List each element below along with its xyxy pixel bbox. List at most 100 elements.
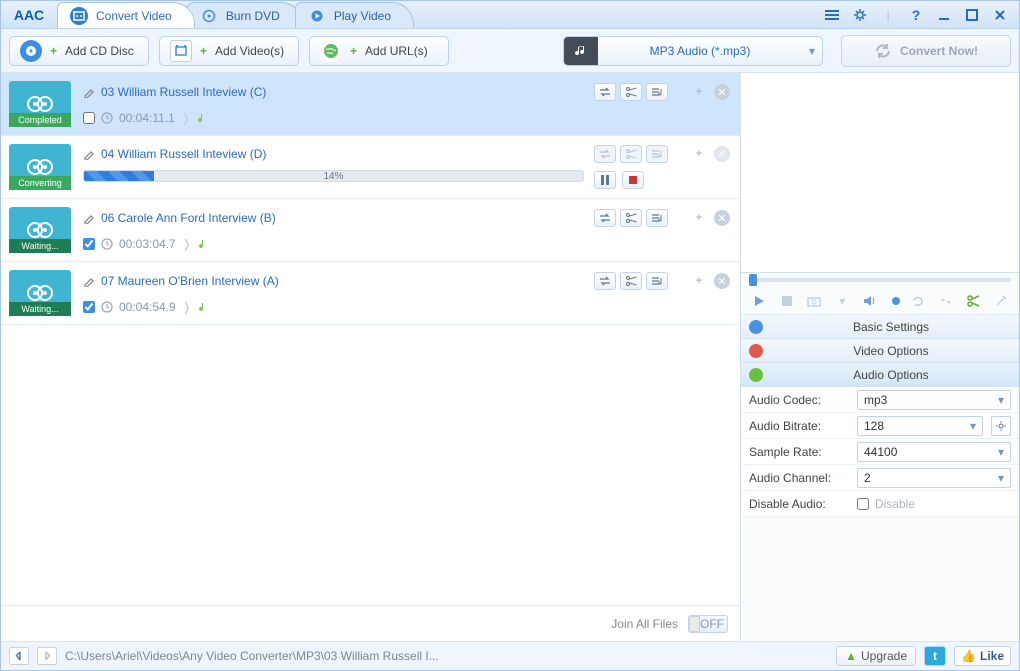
audio-bitrate-select[interactable]: 128▾ xyxy=(857,416,983,436)
item-checkbox[interactable] xyxy=(83,301,95,313)
add-icon[interactable]: + xyxy=(688,209,710,227)
audio-codec-select[interactable]: mp3▾ xyxy=(857,390,1011,410)
nav-next-button[interactable] xyxy=(37,647,57,665)
remove-icon[interactable]: ✕ xyxy=(714,273,730,289)
disable-audio-text: Disable xyxy=(875,497,915,511)
add-url-button[interactable]: + Add URL(s) xyxy=(309,36,449,66)
facebook-like-button[interactable]: 👍Like xyxy=(954,646,1011,666)
preview-play-icon[interactable] xyxy=(749,291,769,311)
volume-icon[interactable] xyxy=(860,291,880,311)
chevron-right-icon: ❭ xyxy=(182,237,192,251)
tab-label: Burn DVD xyxy=(226,9,280,23)
audio-bitrate-label: Audio Bitrate: xyxy=(749,419,849,433)
tab-label: Convert Video xyxy=(96,9,172,23)
preview-seek-slider[interactable] xyxy=(741,273,1019,287)
tab-burn-dvd[interactable]: Burn DVD xyxy=(187,2,303,28)
tab-play-video[interactable]: Play Video xyxy=(295,2,414,28)
status-badge: Completed xyxy=(9,113,71,127)
scissors-icon[interactable] xyxy=(620,272,642,290)
disc-icon xyxy=(20,40,42,62)
plus-icon: + xyxy=(50,44,57,58)
remove-icon[interactable]: ✕ xyxy=(714,84,730,100)
menu-small-icon[interactable] xyxy=(821,5,843,25)
audio-options-header[interactable]: Audio Options xyxy=(741,363,1019,387)
item-title[interactable]: 04 William Russell Inteview (D) xyxy=(101,147,266,161)
swap-icon[interactable] xyxy=(594,83,616,101)
close-icon[interactable] xyxy=(989,5,1011,25)
button-label: Convert Now! xyxy=(900,44,978,58)
swap-icon[interactable] xyxy=(594,209,616,227)
twitter-button[interactable]: t xyxy=(924,646,946,666)
convert-now-button[interactable]: Convert Now! xyxy=(841,35,1011,67)
basic-settings-header[interactable]: Basic Settings xyxy=(741,315,1019,339)
toggle-knob xyxy=(689,616,700,632)
music-note-icon xyxy=(198,238,210,250)
volume-slider[interactable] xyxy=(888,297,900,305)
toggle-off-label: OFF xyxy=(700,617,724,631)
item-thumbnail: Waiting... xyxy=(9,270,71,316)
button-label: Add URL(s) xyxy=(365,44,428,58)
tab-convert-video[interactable]: Convert Video xyxy=(57,2,195,28)
list-item[interactable]: Waiting... 07 Maureen O'Brien Interview (… xyxy=(1,262,740,325)
upgrade-button[interactable]: ▲Upgrade xyxy=(836,646,916,666)
item-title[interactable]: 07 Maureen O'Brien Interview (A) xyxy=(101,274,279,288)
music-note-icon xyxy=(564,37,598,65)
refresh-icon xyxy=(874,42,892,60)
list-item[interactable]: Completed 03 William Russell Inteview (C)… xyxy=(1,73,740,136)
plus-icon: + xyxy=(350,44,357,58)
add-video-button[interactable]: + Add Video(s) xyxy=(159,36,299,66)
remove-icon: ✕ xyxy=(714,146,730,162)
edit-icon[interactable] xyxy=(83,148,95,160)
add-icon[interactable]: + xyxy=(688,272,710,290)
section-label: Basic Settings xyxy=(771,320,1011,334)
disc-icon xyxy=(200,7,218,25)
status-badge: Waiting... xyxy=(9,302,71,316)
gear-icon[interactable] xyxy=(849,5,871,25)
pause-button[interactable] xyxy=(594,171,616,189)
film-icon xyxy=(170,40,192,62)
maximize-icon[interactable] xyxy=(961,5,983,25)
nav-prev-button[interactable] xyxy=(9,647,29,665)
item-checkbox[interactable] xyxy=(83,238,95,250)
remove-icon[interactable]: ✕ xyxy=(714,210,730,226)
edit-icon[interactable] xyxy=(83,86,95,98)
section-label: Audio Options xyxy=(771,368,1011,382)
preview-area xyxy=(741,73,1019,273)
status-badge: Converting xyxy=(9,176,71,190)
list-item[interactable]: Converting 04 William Russell Inteview (D… xyxy=(1,136,740,199)
playlist-icon[interactable] xyxy=(646,272,668,290)
rotate-icon xyxy=(908,291,928,311)
chevron-down-icon: ▾ xyxy=(998,471,1004,485)
item-thumbnail: Converting xyxy=(9,144,71,190)
minimize-icon[interactable] xyxy=(933,5,955,25)
scissors-icon[interactable] xyxy=(620,83,642,101)
swap-icon[interactable] xyxy=(594,272,616,290)
playlist-icon xyxy=(646,145,668,163)
audio-codec-label: Audio Codec: xyxy=(749,393,849,407)
stop-button[interactable] xyxy=(622,171,644,189)
join-all-toggle[interactable]: OFF xyxy=(688,615,728,633)
main-tabs: Convert Video Burn DVD Play Video xyxy=(57,1,406,28)
playlist-icon[interactable] xyxy=(646,83,668,101)
video-options-header[interactable]: Video Options xyxy=(741,339,1019,363)
item-checkbox[interactable] xyxy=(83,112,95,124)
add-icon[interactable]: + xyxy=(688,83,710,101)
chevron-down-icon: ▾ xyxy=(970,419,976,433)
item-thumbnail: Waiting... xyxy=(9,207,71,253)
edit-icon[interactable] xyxy=(83,212,95,224)
sample-rate-select[interactable]: 44100▾ xyxy=(857,442,1011,462)
output-profile-dropdown[interactable]: MP3 Audio (*.mp3) ▾ xyxy=(563,36,823,66)
help-icon[interactable]: ? xyxy=(905,5,927,25)
playlist-icon[interactable] xyxy=(646,209,668,227)
chevron-down-icon: ▾ xyxy=(998,445,1004,459)
add-cd-button[interactable]: + Add CD Disc xyxy=(9,36,149,66)
list-item[interactable]: Waiting... 06 Carole Ann Ford Interview (… xyxy=(1,199,740,262)
item-title[interactable]: 03 William Russell Inteview (C) xyxy=(101,85,266,99)
disable-audio-checkbox[interactable] xyxy=(857,498,869,510)
bitrate-settings-button[interactable] xyxy=(991,416,1011,436)
scissors-icon[interactable] xyxy=(620,209,642,227)
scissors-icon[interactable] xyxy=(963,291,983,311)
edit-icon[interactable] xyxy=(83,275,95,287)
item-title[interactable]: 06 Carole Ann Ford Interview (B) xyxy=(101,211,276,225)
audio-channel-select[interactable]: 2▾ xyxy=(857,468,1011,488)
